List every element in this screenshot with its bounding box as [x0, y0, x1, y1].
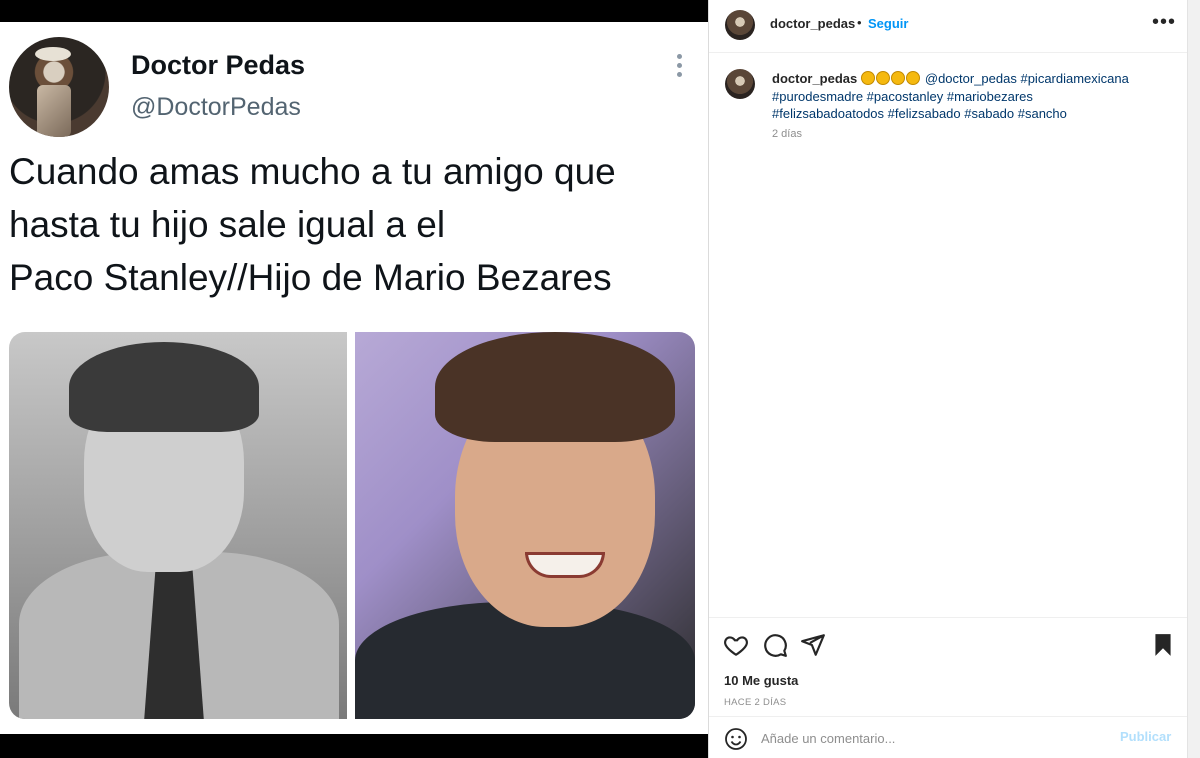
tweet-more-icon [670, 54, 688, 80]
separator-dot: • [857, 15, 862, 30]
post-media[interactable]: Doctor Pedas @DoctorPedas Cuando amas mu… [0, 0, 708, 758]
comment-bar: Publicar [709, 716, 1187, 758]
caption-username[interactable]: doctor_pedas [772, 71, 857, 86]
share-icon[interactable] [800, 632, 826, 658]
emoji-icon [906, 71, 921, 85]
post-header: doctor_pedas • Seguir ••• [709, 0, 1187, 53]
post-timestamp: HACE 2 DÍAS [724, 697, 787, 708]
caption-hashtags-1[interactable]: @doctor_pedas #picardiamexicana [925, 71, 1129, 86]
app-root: Doctor Pedas @DoctorPedas Cuando amas mu… [0, 0, 1200, 758]
emoji-icon [861, 71, 876, 85]
likes-count[interactable]: 10 Me gusta [724, 673, 798, 688]
tweet-text: Cuando amas mucho a tu amigo que hasta t… [9, 145, 699, 304]
tweet-author-handle: @DoctorPedas [131, 93, 301, 121]
tweet-author-name: Doctor Pedas [131, 50, 306, 80]
caption-time: 2 días [772, 128, 802, 140]
caption-avatar[interactable] [725, 69, 755, 99]
comment-input[interactable] [761, 728, 1101, 748]
post-sidebar: doctor_pedas • Seguir ••• doctor_pedas @… [708, 0, 1200, 758]
tweet-photo-right [355, 332, 695, 719]
scrollbar[interactable] [1187, 0, 1200, 758]
post-actions: 10 Me gusta HACE 2 DÍAS Publicar [709, 617, 1187, 758]
caption-hashtags-2[interactable]: #purodesmadre #pacostanley #mariobezares [772, 89, 1033, 104]
post-caption: doctor_pedas @doctor_pedas #picardiamexi… [772, 70, 1177, 123]
heart-icon[interactable] [723, 632, 749, 658]
tweet-text-line: Paco Stanley//Hijo de Mario Bezares [9, 257, 612, 298]
emoji-icon[interactable] [724, 727, 748, 751]
emoji-icon [891, 71, 906, 85]
follow-button[interactable]: Seguir [868, 16, 908, 31]
tweet-text-line: Cuando amas mucho a tu amigo que [9, 151, 616, 192]
tweet-avatar [9, 37, 109, 137]
publish-button[interactable]: Publicar [1120, 729, 1171, 744]
more-icon[interactable]: ••• [1152, 12, 1176, 32]
profile-username[interactable]: doctor_pedas [770, 16, 855, 31]
comment-icon[interactable] [762, 632, 788, 658]
caption-hashtags-3[interactable]: #felizsabadoatodos #felizsabado #sabado … [772, 106, 1067, 121]
emoji-icon [876, 71, 891, 85]
bookmark-icon[interactable] [1150, 632, 1176, 658]
profile-avatar[interactable] [725, 10, 755, 40]
tweet-text-line: hasta tu hijo sale igual a el [9, 204, 446, 245]
tweet-photo-left [9, 332, 347, 719]
tweet-card: Doctor Pedas @DoctorPedas Cuando amas mu… [0, 22, 708, 734]
